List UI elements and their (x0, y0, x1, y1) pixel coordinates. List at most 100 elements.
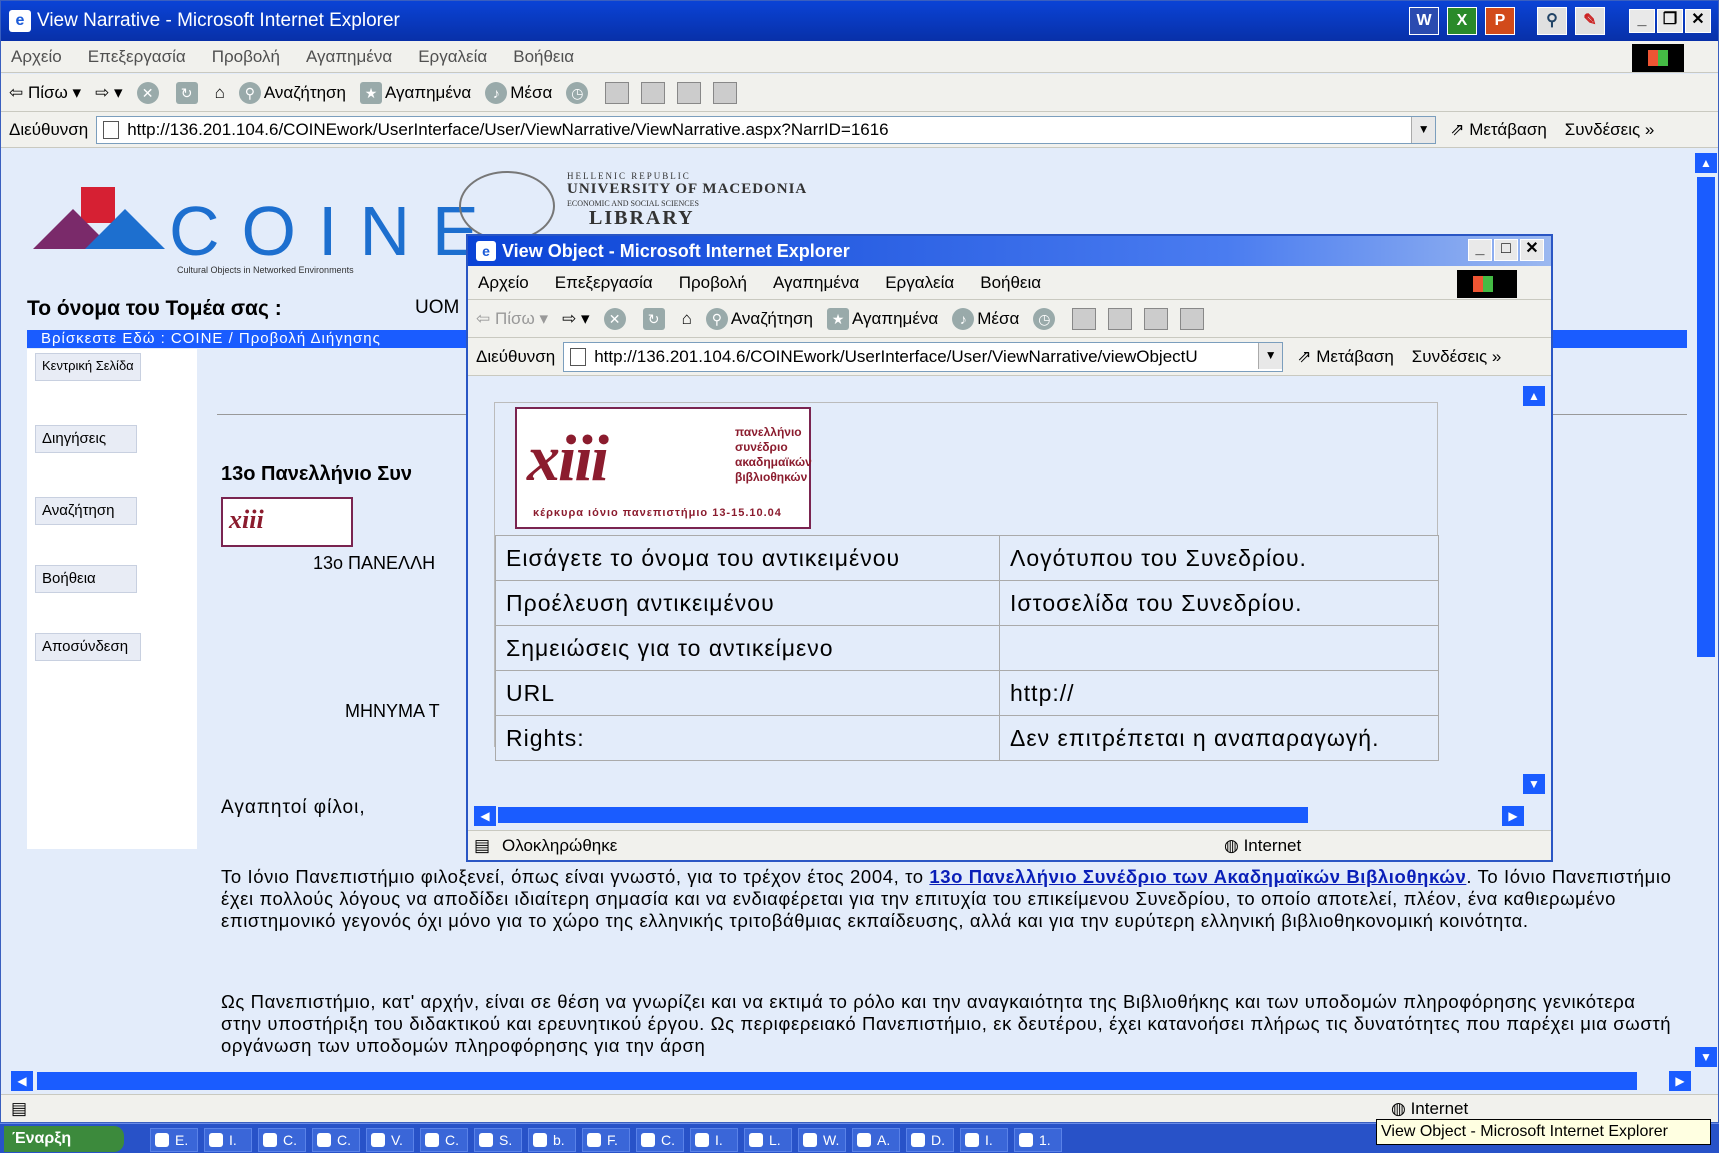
scroll-right-icon[interactable]: ▶ (1502, 806, 1524, 826)
popup-back-button[interactable]: ⇦ Πίσω ▾ (476, 309, 548, 329)
discuss-icon[interactable] (1180, 307, 1205, 330)
scroll-thumb[interactable] (1697, 177, 1715, 657)
address-dropdown-icon[interactable]: ▼ (1258, 342, 1283, 369)
nav-home-button[interactable]: Κεντρική Σελίδα (35, 353, 141, 381)
popup-menu-tools[interactable]: Εργαλεία (885, 273, 954, 293)
stop-button[interactable]: ✕ (136, 81, 162, 104)
popup-go-button[interactable]: ⇗ Μετάβαση (1297, 347, 1394, 367)
menu-edit[interactable]: Επεξεργασία (88, 47, 186, 67)
taskbar-item[interactable]: I. (960, 1128, 1008, 1152)
popup-menu-help[interactable]: Βοήθεια (980, 273, 1041, 293)
taskbar-item[interactable]: 1. (1014, 1128, 1062, 1152)
close-button[interactable]: ✕ (1685, 9, 1711, 33)
scroll-up-icon[interactable]: ▲ (1523, 386, 1545, 406)
popup-home-button[interactable]: ⌂ (682, 309, 692, 329)
magnifier-icon[interactable]: ⚲ (1537, 7, 1567, 35)
scroll-down-icon[interactable]: ▼ (1523, 774, 1545, 794)
address-input[interactable]: http://136.201.104.6/COINEwork/UserInter… (96, 115, 1437, 144)
property-value: Λογότυπου του Συνεδρίου. (999, 535, 1439, 581)
edit-icon[interactable] (677, 81, 702, 104)
menu-tools[interactable]: Εργαλεία (418, 47, 487, 67)
taskbar-item[interactable]: I. (690, 1128, 738, 1152)
popup-title-bar[interactable]: e View Object - Microsoft Internet Explo… (468, 236, 1551, 266)
taskbar-item[interactable]: S. (474, 1128, 522, 1152)
back-button[interactable]: ⇦ Πίσω ▾ (9, 83, 81, 103)
search-button[interactable]: ⚲ Αναζήτηση (238, 81, 346, 104)
taskbar-item[interactable]: I. (204, 1128, 252, 1152)
taskbar-item[interactable]: A. (852, 1128, 900, 1152)
start-button[interactable]: Έναρξη (4, 1126, 124, 1152)
restore-button[interactable]: ❐ (1657, 9, 1683, 33)
scroll-left-icon[interactable]: ◀ (474, 806, 496, 826)
popup-forward-button[interactable]: ⇨ ▾ (562, 309, 590, 329)
popup-close-button[interactable]: ✕ (1520, 239, 1544, 261)
menu-view[interactable]: Προβολή (212, 47, 280, 67)
home-button[interactable]: ⌂ (215, 83, 225, 103)
popup-menu-edit[interactable]: Επεξεργασία (555, 273, 653, 293)
popup-menu-view[interactable]: Προβολή (679, 273, 747, 293)
nav-logout-button[interactable]: Αποσύνδεση (35, 633, 141, 661)
edit-icon[interactable] (1144, 307, 1169, 330)
popup-menu-file[interactable]: Αρχείο (478, 273, 529, 293)
main-vertical-scrollbar[interactable]: ▲ ▼ (1694, 149, 1718, 1073)
hscroll-thumb[interactable] (498, 807, 1308, 823)
print-icon[interactable] (641, 81, 666, 104)
nav-narratives-button[interactable]: Διηγήσεις (35, 425, 137, 453)
print-icon[interactable] (1108, 307, 1133, 330)
main-horizontal-scrollbar[interactable]: ◀ ▶ (9, 1069, 1695, 1093)
popup-media-button[interactable]: ♪ Μέσα (952, 307, 1019, 330)
taskbar-item[interactable]: C. (312, 1128, 360, 1152)
scroll-down-icon[interactable]: ▼ (1695, 1047, 1717, 1067)
taskbar-item[interactable]: F. (582, 1128, 630, 1152)
popup-vertical-scrollbar[interactable]: ▲ ▼ (1523, 380, 1547, 800)
popup-history-button[interactable]: ◷ (1033, 307, 1058, 330)
taskbar-item[interactable]: L. (744, 1128, 792, 1152)
history-button[interactable]: ◷ (566, 81, 591, 104)
mail-icon[interactable] (1072, 307, 1097, 330)
scroll-up-icon[interactable]: ▲ (1695, 153, 1717, 173)
taskbar-item[interactable]: W. (798, 1128, 846, 1152)
popup-links-button[interactable]: Συνδέσεις » (1412, 347, 1502, 367)
links-button[interactable]: Συνδέσεις » (1565, 120, 1655, 140)
address-dropdown-icon[interactable]: ▼ (1411, 116, 1436, 143)
minimize-button[interactable]: _ (1629, 9, 1655, 33)
acrobat-icon[interactable]: ✎ (1575, 7, 1605, 35)
conference-link[interactable]: 13ο Πανελλήνιο Συνέδριο των Ακαδημαϊκών … (929, 866, 1466, 887)
taskbar-item[interactable]: C. (636, 1128, 684, 1152)
object-thumbnail[interactable]: xiii (221, 497, 353, 547)
scroll-left-icon[interactable]: ◀ (11, 1071, 33, 1091)
popup-minimize-button[interactable]: _ (1468, 239, 1492, 261)
powerpoint-icon[interactable]: P (1485, 7, 1515, 35)
menu-file[interactable]: Αρχείο (11, 47, 62, 67)
word-icon[interactable]: W (1409, 7, 1439, 35)
popup-horizontal-scrollbar[interactable]: ◀ ▶ (472, 804, 1550, 826)
popup-search-button[interactable]: ⚲ Αναζήτηση (705, 307, 813, 330)
media-button[interactable]: ♪ Μέσα (485, 81, 552, 104)
forward-button[interactable]: ⇨ ▾ (95, 83, 123, 103)
hscroll-thumb[interactable] (37, 1072, 1637, 1090)
discuss-icon[interactable] (713, 81, 738, 104)
menu-favorites[interactable]: Αγαπημένα (306, 47, 392, 67)
favorites-button[interactable]: ★ Αγαπημένα (360, 81, 471, 104)
nav-help-button[interactable]: Βοήθεια (35, 565, 137, 593)
main-title-bar[interactable]: e View Narrative - Microsoft Internet Ex… (1, 1, 1718, 41)
taskbar-item[interactable]: E. (150, 1128, 198, 1152)
popup-favorites-button[interactable]: ★ Αγαπημένα (827, 307, 938, 330)
taskbar-item[interactable]: C. (258, 1128, 306, 1152)
menu-help[interactable]: Βοήθεια (513, 47, 574, 67)
popup-maximize-button[interactable]: □ (1494, 239, 1518, 261)
popup-menu-favorites[interactable]: Αγαπημένα (773, 273, 859, 293)
taskbar-item[interactable]: D. (906, 1128, 954, 1152)
nav-search-button[interactable]: Αναζήτηση (35, 497, 137, 525)
mail-icon[interactable] (605, 81, 630, 104)
refresh-button[interactable]: ↻ (175, 81, 201, 104)
scroll-right-icon[interactable]: ▶ (1669, 1071, 1691, 1091)
taskbar-item[interactable]: b. (528, 1128, 576, 1152)
go-button[interactable]: ⇗ Μετάβαση (1450, 120, 1547, 140)
taskbar-item[interactable]: C. (420, 1128, 468, 1152)
excel-icon[interactable]: X (1447, 7, 1477, 35)
popup-stop-button[interactable]: ✕ (603, 307, 629, 330)
popup-refresh-button[interactable]: ↻ (642, 307, 668, 330)
taskbar-item[interactable]: V. (366, 1128, 414, 1152)
popup-address-input[interactable]: http://136.201.104.6/COINEwork/UserInter… (563, 341, 1284, 372)
